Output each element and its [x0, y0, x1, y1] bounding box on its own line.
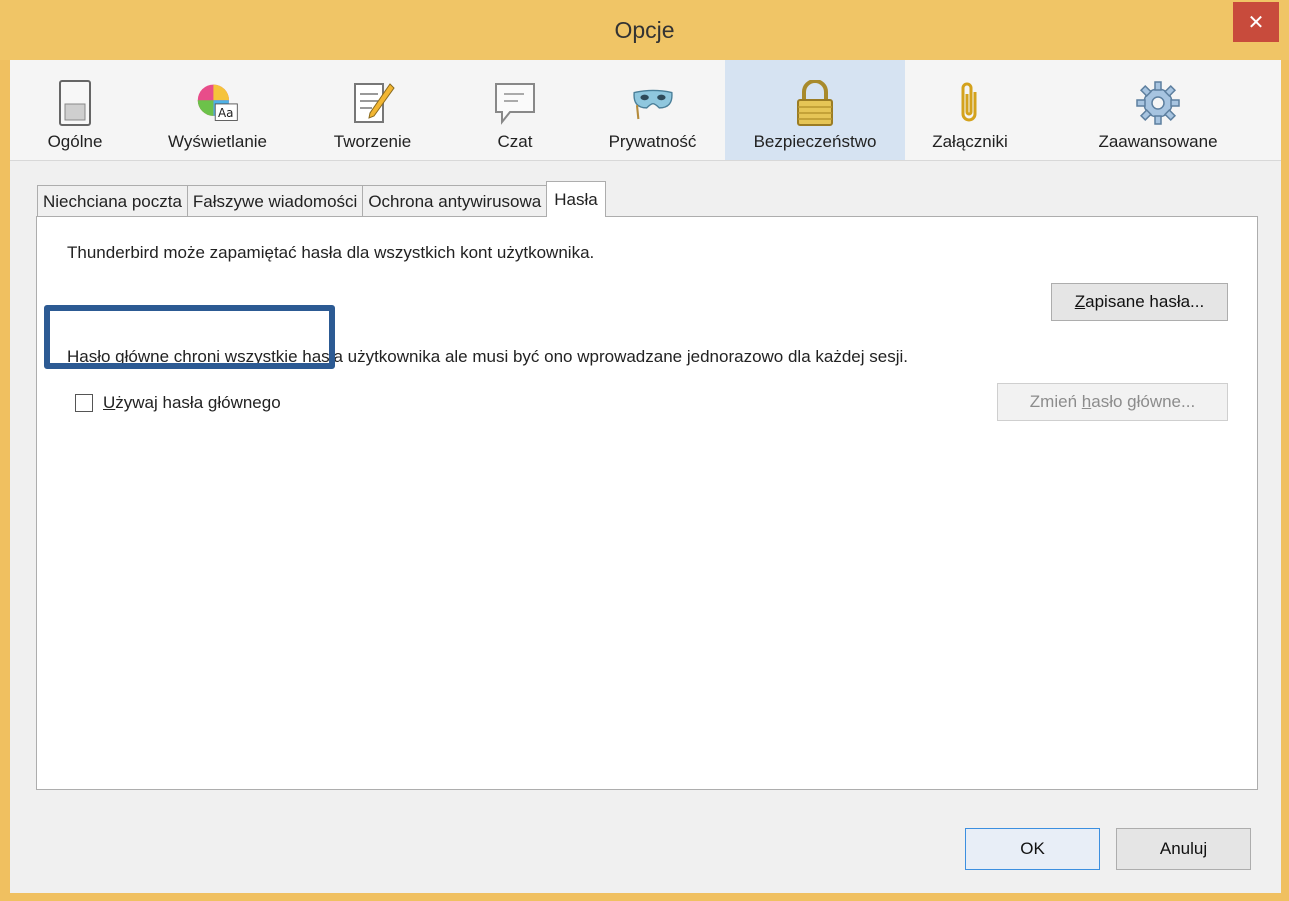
compose-pencil-icon: [350, 80, 396, 126]
tab-antivirus[interactable]: Ochrona antywirusowa: [362, 185, 548, 217]
pane-display[interactable]: Aa Wyświetlanie: [140, 60, 295, 160]
use-master-accesskey: U: [103, 393, 116, 412]
tab-label: Hasła: [554, 189, 598, 209]
use-master-password-checkbox[interactable]: [75, 394, 93, 412]
saved-passwords-label: apisane hasła...: [1085, 292, 1205, 311]
advanced-gear-icon: [1135, 80, 1181, 126]
change-master-password-button[interactable]: Zmień h asło główne...: [997, 383, 1228, 421]
pane-advanced[interactable]: Zaawansowane: [1035, 60, 1281, 160]
close-icon: ✕: [1247, 11, 1265, 34]
saved-passwords-accesskey: Z: [1074, 292, 1086, 311]
pane-label: Tworzenie: [333, 132, 412, 151]
saved-passwords-button[interactable]: Zapisane hasła...: [1051, 283, 1228, 321]
pane-toolbar: Ogólne Aa Wyświetlanie Tworzenie Czat Pr…: [10, 60, 1281, 161]
ok-button[interactable]: OK: [965, 828, 1100, 870]
cancel-label: Anuluj: [1159, 839, 1208, 858]
dialog-client: Ogólne Aa Wyświetlanie Tworzenie Czat Pr…: [10, 60, 1281, 893]
title-bar[interactable]: Opcje ✕: [0, 0, 1289, 60]
pane-label: Ogólne: [47, 132, 103, 151]
svg-text:Aa: Aa: [218, 106, 234, 120]
attachment-paperclip-icon: [947, 80, 993, 126]
tab-label: Niechciana poczta: [43, 191, 182, 211]
privacy-mask-icon: [630, 80, 676, 126]
display-palette-icon: Aa: [195, 80, 241, 126]
general-switch-icon: [52, 80, 98, 126]
pane-privacy[interactable]: Prywatność: [580, 60, 725, 160]
change-master-label-post: asło główne...: [1091, 392, 1196, 411]
change-master-label-pre: Zmień: [1029, 392, 1082, 411]
pane-attachments[interactable]: Załączniki: [905, 60, 1035, 160]
ok-label: OK: [1020, 839, 1045, 858]
passwords-panel: Thunderbird może zapamiętać hasła dla ws…: [36, 216, 1258, 790]
passwords-intro-text: Thunderbird może zapamiętać hasła dla ws…: [67, 243, 595, 262]
tab-junk[interactable]: Niechciana poczta: [37, 185, 188, 217]
tab-passwords[interactable]: Hasła: [546, 181, 606, 217]
pane-label: Bezpieczeństwo: [753, 132, 877, 151]
chat-bubble-icon: [492, 80, 538, 126]
use-master-password-label[interactable]: Używaj hasła głównego: [103, 393, 281, 413]
pane-general[interactable]: Ogólne: [10, 60, 140, 160]
pane-label: Czat: [497, 132, 533, 151]
change-master-accesskey: h: [1081, 392, 1092, 411]
pane-label: Wyświetlanie: [167, 132, 268, 151]
window-title: Opcje: [614, 16, 675, 43]
pane-label: Prywatność: [608, 132, 697, 151]
tab-label: Fałszywe wiadomości: [192, 191, 358, 211]
pane-compose[interactable]: Tworzenie: [295, 60, 450, 160]
pane-security[interactable]: Bezpieczeństwo: [725, 60, 905, 160]
use-master-label-rest: żywaj hasła głównego: [115, 393, 281, 412]
close-button[interactable]: ✕: [1233, 2, 1279, 42]
cancel-button[interactable]: Anuluj: [1116, 828, 1251, 870]
options-window: Opcje ✕ Ogólne Aa Wyświetlanie Tworzenie…: [0, 0, 1289, 901]
pane-label: Załączniki: [932, 132, 1008, 151]
security-tabstrip: Niechciana poczta Fałszywe wiadomości Oc…: [37, 181, 606, 217]
tab-scam[interactable]: Fałszywe wiadomości: [186, 185, 364, 217]
pane-chat[interactable]: Czat: [450, 60, 580, 160]
highlight-box: [44, 305, 335, 369]
pane-label: Zaawansowane: [1098, 132, 1218, 151]
security-padlock-icon: [792, 80, 838, 126]
tab-label: Ochrona antywirusowa: [368, 191, 542, 211]
